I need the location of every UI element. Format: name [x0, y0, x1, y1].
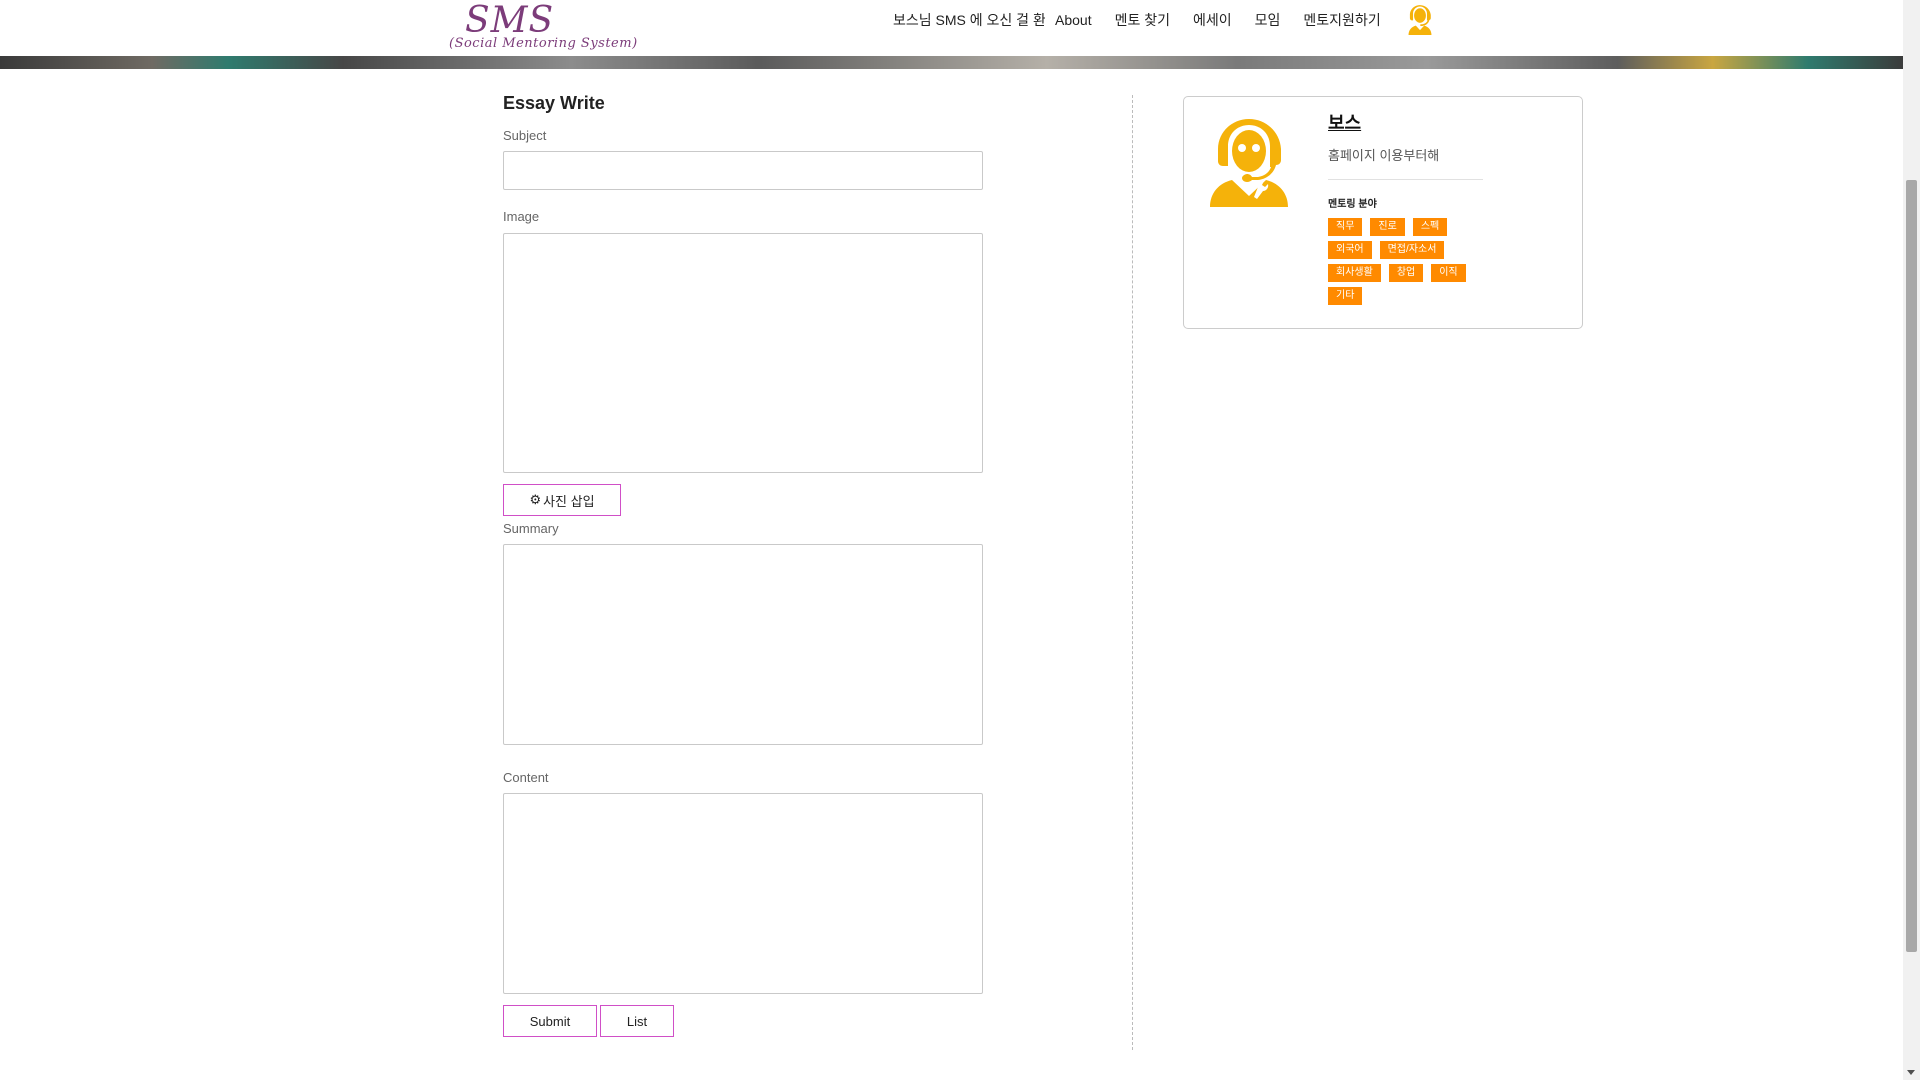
summary-textarea[interactable] [503, 544, 983, 745]
mentoring-field-title: 멘토링 분야 [1328, 199, 1377, 210]
support-agent-icon [1206, 115, 1292, 207]
logo-title: SMS [465, 0, 555, 41]
tag-career: 진로 [1370, 218, 1405, 236]
image-label: Image [503, 209, 540, 224]
list-button[interactable]: List [600, 1005, 674, 1037]
profile-divider [1328, 179, 1483, 180]
profile-name[interactable]: 보스 [1328, 109, 1361, 135]
welcome-message: 보스님 SMS 에 오신 걸 환영합니다 [893, 12, 1045, 28]
page-title: Essay Write [503, 93, 605, 113]
submit-button[interactable]: Submit [503, 1005, 597, 1037]
profile-intro: 홈페이지 이용부터해 [1328, 148, 1440, 163]
nav-about[interactable]: About [1055, 12, 1092, 28]
tag-job: 직무 [1328, 218, 1363, 236]
insert-photo-button[interactable]: ⚙ 사진 삽입 [503, 484, 621, 516]
profile-card: 보스 홈페이지 이용부터해 멘토링 분야 직무 진로 스펙 외국어 면접/자소서… [1183, 96, 1583, 329]
mentoring-tags: 직무 진로 스펙 외국어 면접/자소서 회사생활 창업 이직 기타 [1328, 218, 1498, 305]
tag-job-change: 이직 [1431, 264, 1466, 282]
content-label: Content [503, 770, 549, 785]
logo-subtitle: (Social Mentoring System) [449, 36, 638, 51]
tag-spec: 스펙 [1412, 218, 1448, 236]
tag-etc: 기타 [1328, 287, 1363, 305]
nav-find-mentor[interactable]: 멘토 찾기 [1115, 10, 1170, 30]
site-logo[interactable]: SMS (Social Mentoring System) [449, 0, 639, 54]
column-divider [1132, 95, 1133, 1050]
nav-meetup[interactable]: 모임 [1255, 10, 1281, 30]
page-scrollbar[interactable] [1903, 0, 1920, 1080]
nav-mentor-apply[interactable]: 멘토지원하기 [1303, 10, 1380, 30]
subject-input[interactable] [503, 151, 983, 190]
scroll-down-arrow-icon[interactable] [1907, 1070, 1915, 1075]
user-avatar-icon[interactable] [1405, 3, 1435, 35]
tag-startup: 창업 [1388, 264, 1424, 282]
content-textarea[interactable] [503, 793, 983, 994]
nav-essay[interactable]: 에세이 [1193, 10, 1232, 30]
tag-company-life: 회사생활 [1328, 264, 1381, 282]
insert-photo-label: 사진 삽입 [543, 493, 595, 509]
tag-interview: 면접/자소서 [1379, 241, 1445, 259]
image-preview-area[interactable] [503, 233, 983, 473]
main-nav: 보스님 SMS 에 오신 걸 환영합니다 About 멘토 찾기 에세이 모임 … [893, 9, 1381, 31]
hero-banner-strip [0, 56, 1903, 69]
tag-language: 외국어 [1328, 241, 1372, 259]
subject-label: Subject [503, 128, 547, 143]
top-navbar: SMS (Social Mentoring System) 보스님 SMS 에 … [0, 0, 1903, 56]
summary-label: Summary [503, 521, 559, 536]
scrollbar-thumb[interactable] [1906, 180, 1917, 952]
gear-icon: ⚙ [529, 492, 542, 507]
